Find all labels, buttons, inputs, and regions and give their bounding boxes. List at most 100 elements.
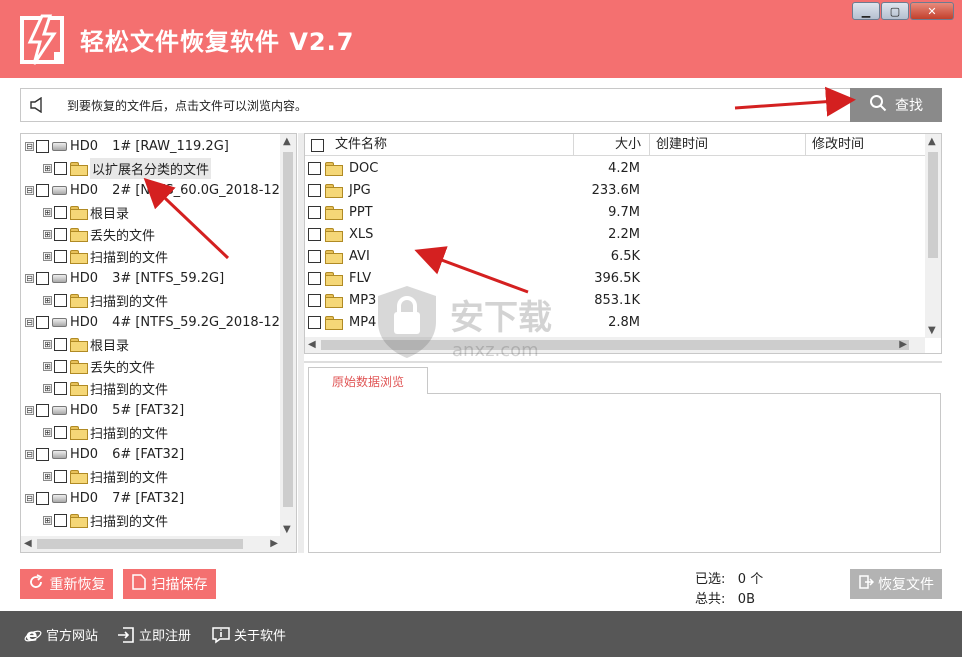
tree-checkbox[interactable] [54, 205, 67, 219]
tree-folder-node[interactable]: ⊞ 丢失的文件 [43, 355, 155, 377]
tree-checkbox[interactable] [36, 271, 49, 285]
expand-toggle-icon[interactable]: ⊟ [25, 273, 34, 283]
scroll-right-icon[interactable]: ▶ [899, 339, 907, 350]
tree-checkbox[interactable] [36, 315, 49, 329]
tree-drive-node[interactable]: ⊟ HD0 1# [RAW_119.2G] [25, 135, 229, 157]
file-list-row[interactable]: PPT 9.7M [305, 201, 925, 223]
tree-drive-node[interactable]: ⊟ HD0 5# [FAT32] [25, 399, 184, 421]
about-link[interactable]: 关于软件 [212, 625, 286, 644]
select-all-checkbox[interactable] [311, 138, 324, 152]
expand-toggle-icon[interactable]: ⊞ [43, 427, 52, 437]
tree-checkbox[interactable] [54, 513, 67, 527]
tree-folder-node[interactable]: ⊞ 根目录 [43, 201, 129, 223]
recover-files-button[interactable]: 恢复文件 [850, 569, 942, 599]
expand-toggle-icon[interactable]: ⊞ [43, 361, 52, 371]
row-checkbox[interactable] [308, 205, 321, 219]
tree-checkbox[interactable] [54, 293, 67, 307]
drive-tree[interactable]: ⊞ 扫描到的文件 ⊟ HD0 7# [FAT32] ⊞ 扫描到的文件 ⊟ HD0 6# [FAT3… [20, 133, 297, 553]
tree-drive-node[interactable]: ⊟ HD0 4# [NTFS_59.2G_2018-12- [25, 311, 285, 333]
official-website-link[interactable]: e 官方网站 [24, 625, 98, 644]
tree-folder-node[interactable]: ⊞ 扫描到的文件 [43, 289, 168, 311]
file-list-row[interactable]: JPG 233.6M [305, 179, 925, 201]
expand-toggle-icon[interactable]: ⊞ [43, 229, 52, 239]
row-checkbox[interactable] [308, 227, 321, 241]
expand-toggle-icon[interactable]: ⊞ [43, 163, 52, 173]
tree-checkbox[interactable] [36, 491, 49, 505]
tree-checkbox[interactable] [36, 403, 49, 417]
tree-checkbox[interactable] [54, 249, 67, 263]
tree-checkbox[interactable] [54, 359, 67, 373]
tree-drive-node[interactable]: ⊟ HD0 6# [FAT32] [25, 443, 184, 465]
tree-checkbox[interactable] [36, 183, 49, 197]
row-checkbox[interactable] [308, 249, 321, 263]
filelist-horizontal-scrollbar[interactable]: ◀ ▶ [305, 337, 925, 353]
file-list-row[interactable]: AVI 6.5K [305, 245, 925, 267]
scroll-left-icon[interactable]: ◀ [308, 339, 316, 350]
file-list[interactable]: 文件名称 大小 创建时间 修改时间 ▲ ▼ ◀ ▶ DOC 4.2M JPG 233.… [304, 133, 942, 354]
tree-drive-node[interactable]: ⊟ HD0 7# [FAT32] [25, 487, 184, 509]
tree-folder-node[interactable]: ⊞ 扫描到的文件 [43, 509, 168, 531]
column-header-name[interactable]: 文件名称 [305, 134, 574, 156]
tree-folder-node[interactable]: ⊞ 扫描到的文件 [43, 377, 168, 399]
restore-button[interactable]: ▢ [881, 2, 909, 20]
row-checkbox[interactable] [308, 183, 321, 197]
expand-toggle-icon[interactable]: ⊞ [43, 471, 52, 481]
tree-checkbox[interactable] [36, 139, 49, 153]
tree-checkbox[interactable] [54, 381, 67, 395]
file-list-row[interactable]: FLV 396.5K [305, 267, 925, 289]
tree-folder-node[interactable]: ⊞ 以扩展名分类的文件 [43, 157, 212, 179]
expand-toggle-icon[interactable]: ⊞ [43, 383, 52, 393]
tree-scroll-thumb[interactable] [283, 152, 293, 507]
tree-folder-node[interactable]: ⊞ 扫描到的文件 [43, 245, 168, 267]
row-checkbox[interactable] [308, 315, 321, 329]
column-header-created[interactable]: 创建时间 [650, 134, 806, 156]
register-link[interactable]: 立即注册 [117, 625, 191, 644]
tree-folder-node[interactable]: ⊞ 扫描到的文件 [43, 465, 168, 487]
tree-checkbox[interactable] [54, 337, 67, 351]
expand-toggle-icon[interactable]: ⊞ [43, 515, 52, 525]
expand-toggle-icon[interactable]: ⊟ [25, 493, 34, 503]
file-list-row[interactable]: XLS 2.2M [305, 223, 925, 245]
tree-checkbox[interactable] [54, 161, 67, 175]
rescan-button[interactable]: 重新恢复 [20, 569, 113, 599]
expand-toggle-icon[interactable]: ⊞ [43, 207, 52, 217]
tree-checkbox[interactable] [54, 227, 67, 241]
tree-folder-node[interactable]: ⊞ 丢失的文件 [43, 223, 155, 245]
filelist-hscroll-thumb[interactable] [321, 340, 909, 350]
tree-folder-node[interactable]: ⊞ 扫描到的文件 [43, 421, 168, 443]
tree-checkbox[interactable] [54, 469, 67, 483]
search-button[interactable]: 查找 [850, 88, 942, 122]
expand-toggle-icon[interactable]: ⊟ [25, 185, 34, 195]
expand-toggle-icon[interactable]: ⊞ [43, 339, 52, 349]
minimize-button[interactable]: ▁ [852, 2, 880, 20]
file-list-row[interactable]: MP4 2.8M [305, 311, 925, 333]
expand-toggle-icon[interactable]: ⊞ [43, 251, 52, 261]
scroll-right-icon[interactable]: ▶ [270, 538, 278, 549]
column-header-size[interactable]: 大小 [574, 134, 650, 156]
scroll-down-icon[interactable]: ▼ [928, 325, 936, 336]
filelist-scroll-thumb[interactable] [928, 152, 938, 258]
expand-toggle-icon[interactable]: ⊟ [25, 141, 34, 151]
scroll-down-icon[interactable]: ▼ [283, 524, 291, 535]
tree-drive-node[interactable]: ⊟ HD0 2# [NTFS_60.0G_2018-12- [25, 179, 285, 201]
tab-raw-data-preview[interactable]: 原始数据浏览 [308, 367, 428, 394]
tree-hscroll-thumb[interactable] [37, 539, 243, 549]
column-header-modified[interactable]: 修改时间 [806, 134, 925, 156]
tree-checkbox[interactable] [36, 447, 49, 461]
expand-toggle-icon[interactable]: ⊟ [25, 405, 34, 415]
expand-toggle-icon[interactable]: ⊟ [25, 317, 34, 327]
tree-folder-node[interactable]: ⊞ 根目录 [43, 333, 129, 355]
save-scan-button[interactable]: 扫描保存 [123, 569, 216, 599]
file-list-row[interactable]: DOC 4.2M [305, 157, 925, 179]
row-checkbox[interactable] [308, 293, 321, 307]
scroll-up-icon[interactable]: ▲ [928, 136, 936, 147]
row-checkbox[interactable] [308, 271, 321, 285]
tree-checkbox[interactable] [54, 425, 67, 439]
tree-drive-node[interactable]: ⊟ HD0 3# [NTFS_59.2G] [25, 267, 224, 289]
expand-toggle-icon[interactable]: ⊞ [43, 295, 52, 305]
row-checkbox[interactable] [308, 161, 321, 175]
close-button[interactable]: ✕ [910, 2, 954, 20]
tree-vertical-scrollbar[interactable]: ▲ ▼ [280, 134, 296, 537]
scroll-left-icon[interactable]: ◀ [24, 538, 32, 549]
file-list-row[interactable]: MP3 853.1K [305, 289, 925, 311]
